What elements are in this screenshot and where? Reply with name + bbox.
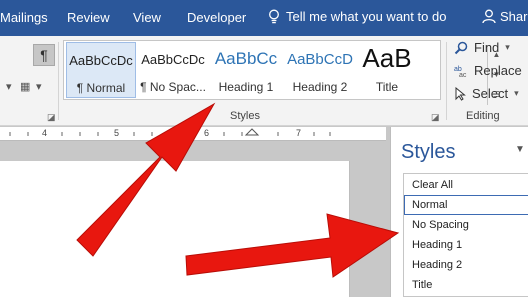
replace-icon: ab ac xyxy=(454,66,467,78)
replace-label: Replace xyxy=(474,63,522,78)
pane-options-icon[interactable]: ▼ xyxy=(515,144,525,155)
style-name: ¶ No Spac... xyxy=(140,80,206,94)
style-title[interactable]: AaB Title xyxy=(358,42,416,98)
style-list-item-title[interactable]: Title xyxy=(404,275,528,295)
editing-group-label: Editing xyxy=(466,110,500,122)
find-label: Find xyxy=(474,40,500,55)
styles-dialog-launcher-icon[interactable]: ◪ xyxy=(431,112,440,123)
group-divider xyxy=(58,42,59,120)
styles-gallery: AaBbCcDc ¶ Normal AaBbCcDc ¶ No Spac... … xyxy=(63,40,500,105)
chevron-down-icon: ▾ xyxy=(505,42,510,52)
show-hide-paragraph-button[interactable]: ¶ xyxy=(33,44,55,66)
styles-pane-title: Styles xyxy=(401,141,456,163)
person-icon xyxy=(482,9,496,24)
styles-pane: Styles ▼ Clear All Normal No Spacing Hea… xyxy=(390,127,528,297)
cursor-arrow-icon xyxy=(455,86,466,101)
find-button[interactable]: Find ▾ xyxy=(454,40,510,55)
document-page[interactable] xyxy=(0,161,350,297)
borders-icon[interactable]: ▦ xyxy=(20,80,30,93)
svg-text:ac: ac xyxy=(459,72,467,78)
style-normal[interactable]: AaBbCcDc ¶ Normal xyxy=(66,42,136,98)
style-list-item-heading-2[interactable]: Heading 2 xyxy=(404,255,528,275)
style-no-spacing[interactable]: AaBbCcDc ¶ No Spac... xyxy=(138,42,208,98)
tell-me-box[interactable]: Tell me what you want to do xyxy=(268,9,446,24)
styles-group-label: Styles xyxy=(230,110,260,122)
paragraph-dialog-launcher-icon[interactable]: ◪ xyxy=(47,112,56,123)
tab-mailings[interactable]: Mailings xyxy=(0,10,48,25)
style-list-item-normal[interactable]: Normal xyxy=(404,195,528,215)
style-heading-1[interactable]: AaBbCc Heading 1 xyxy=(210,42,282,98)
tell-me-text: Tell me what you want to do xyxy=(286,9,447,24)
select-label: Select xyxy=(472,86,509,101)
ribbon: ¶ ▾ ▦ ▾ ◪ AaBbCcDc ¶ Normal AaBbCcDc ¶ N… xyxy=(0,36,528,126)
style-list-item-no-spacing[interactable]: No Spacing xyxy=(404,215,528,235)
tab-view[interactable]: View xyxy=(133,10,161,25)
ruler-number: 4 xyxy=(42,128,48,138)
style-sample: AaBbCcDc xyxy=(69,53,133,68)
style-sample: AaBbCc xyxy=(214,49,278,68)
lightbulb-icon xyxy=(269,9,279,24)
style-list-item-clear-all[interactable]: Clear All xyxy=(404,175,528,195)
shading-dropdown-icon[interactable]: ▾ xyxy=(6,80,12,93)
style-list-item-heading-1[interactable]: Heading 1 xyxy=(404,235,528,255)
styles-list: Clear All Normal No Spacing Heading 1 He… xyxy=(403,173,528,297)
style-sample: AaB xyxy=(362,43,412,73)
style-name: ¶ Normal xyxy=(76,81,126,95)
style-name: Heading 1 xyxy=(218,80,274,94)
tab-review[interactable]: Review xyxy=(67,10,110,25)
ruler-number: 7 xyxy=(296,128,302,138)
borders-dropdown-icon[interactable]: ▾ xyxy=(36,80,42,93)
style-heading-2[interactable]: AaBbCcD Heading 2 xyxy=(284,42,356,98)
document-canvas xyxy=(0,141,386,297)
ribbon-tab-bar: Mailings Review View Developer Tell me w… xyxy=(0,0,528,36)
ruler-number: 5 xyxy=(114,128,120,138)
group-divider xyxy=(446,42,447,120)
select-button[interactable]: Select ▾ xyxy=(454,86,519,101)
replace-button[interactable]: ab ac Replace xyxy=(454,63,522,78)
share-label: Share xyxy=(500,9,528,24)
horizontal-ruler[interactable]: 4 5 6 7 xyxy=(0,127,386,141)
search-icon xyxy=(454,41,468,54)
style-name: Title xyxy=(375,80,399,94)
chevron-down-icon: ▾ xyxy=(514,88,519,98)
share-button[interactable]: Share xyxy=(482,9,528,24)
tab-developer[interactable]: Developer xyxy=(187,10,246,25)
style-sample: AaBbCcDc xyxy=(141,52,205,67)
ruler-ticks xyxy=(9,128,331,136)
style-name: Heading 2 xyxy=(292,80,348,94)
ruler-number: 6 xyxy=(204,128,210,138)
style-sample: AaBbCcD xyxy=(287,51,353,68)
